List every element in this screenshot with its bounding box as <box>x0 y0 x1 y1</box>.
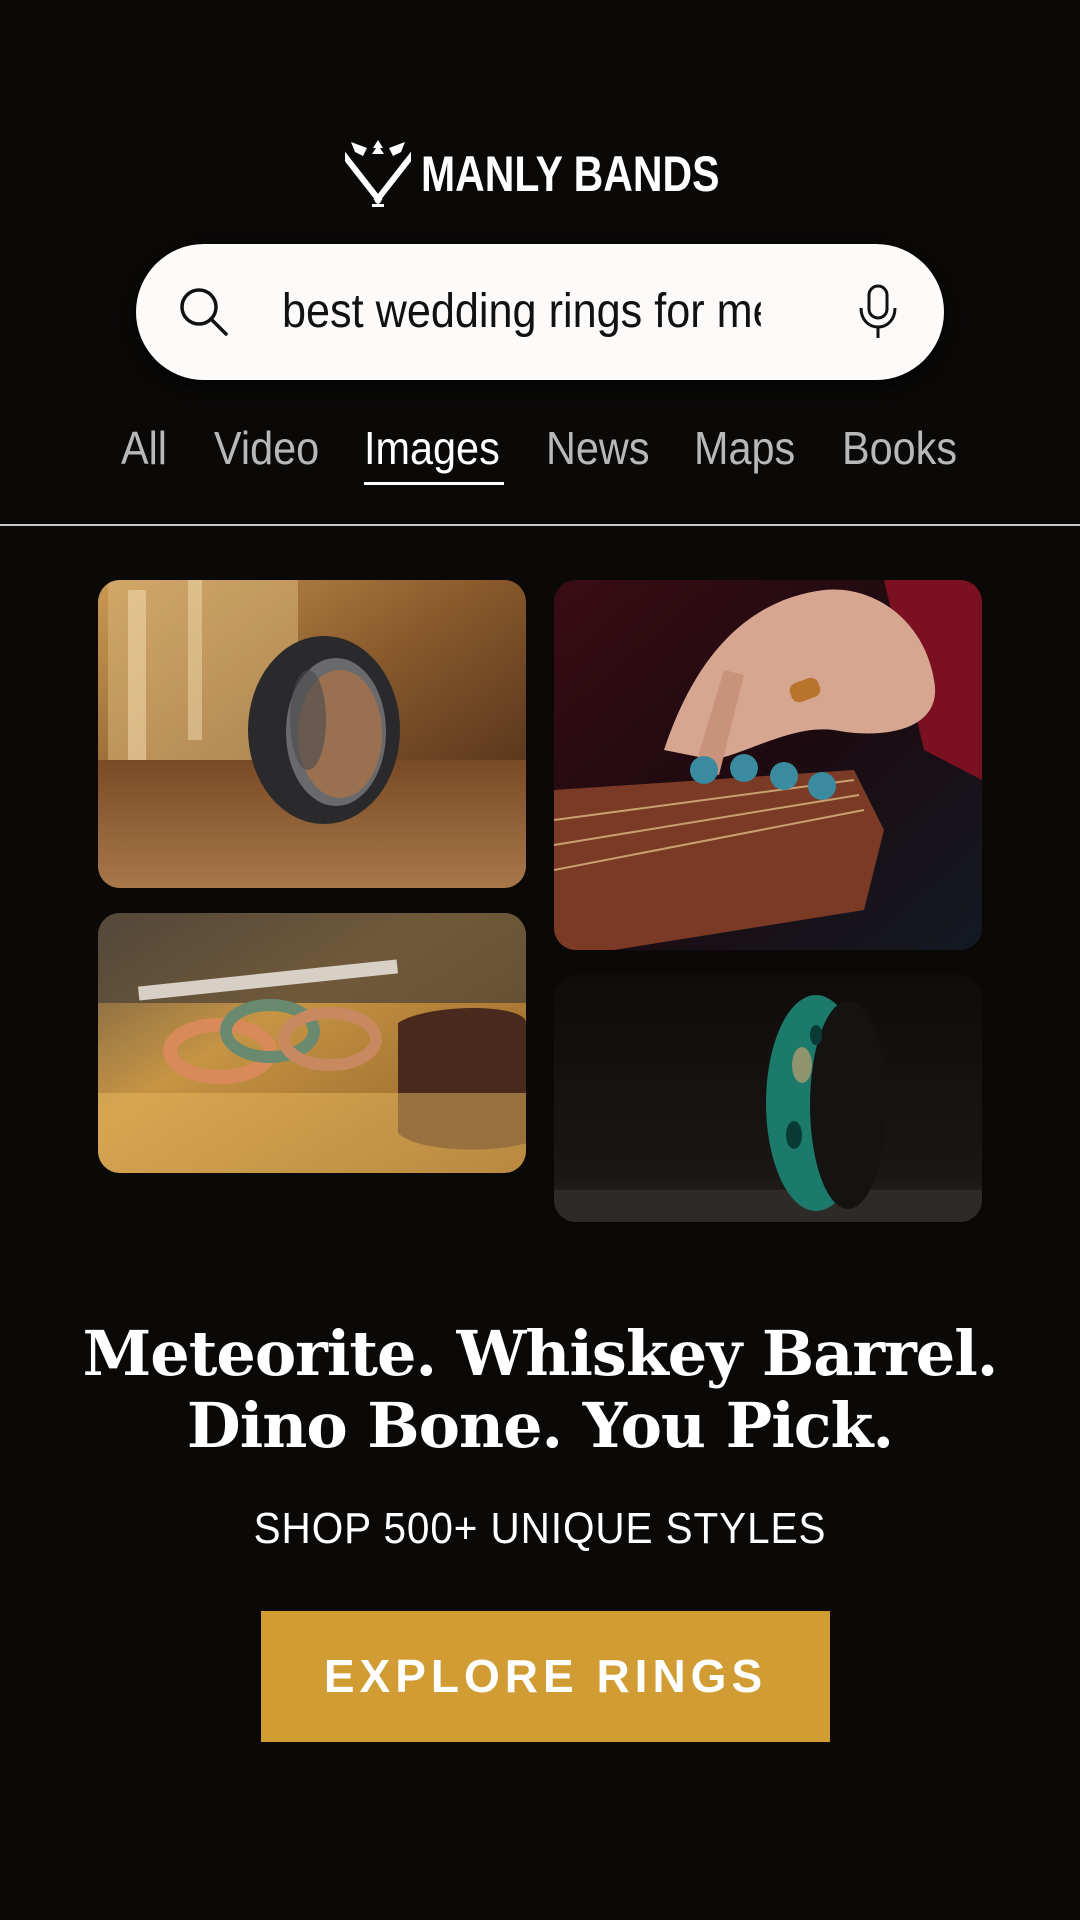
image-result-2[interactable] <box>554 580 982 950</box>
image-result-1[interactable] <box>98 580 526 888</box>
subheadline: SHOP 500+ UNIQUE STYLES <box>253 1504 827 1553</box>
crossed-axes-icon <box>345 140 412 207</box>
explore-rings-button[interactable]: EXPLORE RINGS <box>261 1611 830 1742</box>
tab-maps[interactable]: Maps <box>694 418 795 488</box>
ring-photo-1 <box>98 580 526 888</box>
search-icon[interactable] <box>178 286 230 338</box>
search-query[interactable]: best wedding rings for men <box>282 244 761 380</box>
ring-photo-3 <box>98 913 526 1173</box>
tab-all[interactable]: All <box>121 418 167 488</box>
divider <box>0 524 1080 526</box>
ring-photo-2 <box>554 580 982 950</box>
headline-line-2: Dino Bone. You Pick. <box>186 1389 894 1462</box>
search-bar[interactable]: best wedding rings for men <box>136 244 944 380</box>
ring-photo-4 <box>554 975 982 1222</box>
image-result-3[interactable] <box>98 913 526 1173</box>
headline: Meteorite. Whiskey Barrel. Dino Bone. Yo… <box>0 1318 1080 1462</box>
tab-video[interactable]: Video <box>214 418 319 488</box>
tab-books[interactable]: Books <box>842 418 957 488</box>
brand-name: MANLY BANDS <box>421 146 720 202</box>
active-tab-indicator <box>364 482 504 485</box>
microphone-icon[interactable] <box>856 284 900 340</box>
search-tabs: All Video Images News Maps Books <box>0 418 1080 488</box>
image-result-4[interactable] <box>554 975 982 1222</box>
tab-news[interactable]: News <box>546 418 650 488</box>
headline-line-1: Meteorite. Whiskey Barrel. <box>82 1317 999 1390</box>
tab-images[interactable]: Images <box>364 418 500 488</box>
brand-logo[interactable]: MANLY BANDS <box>0 140 1080 208</box>
